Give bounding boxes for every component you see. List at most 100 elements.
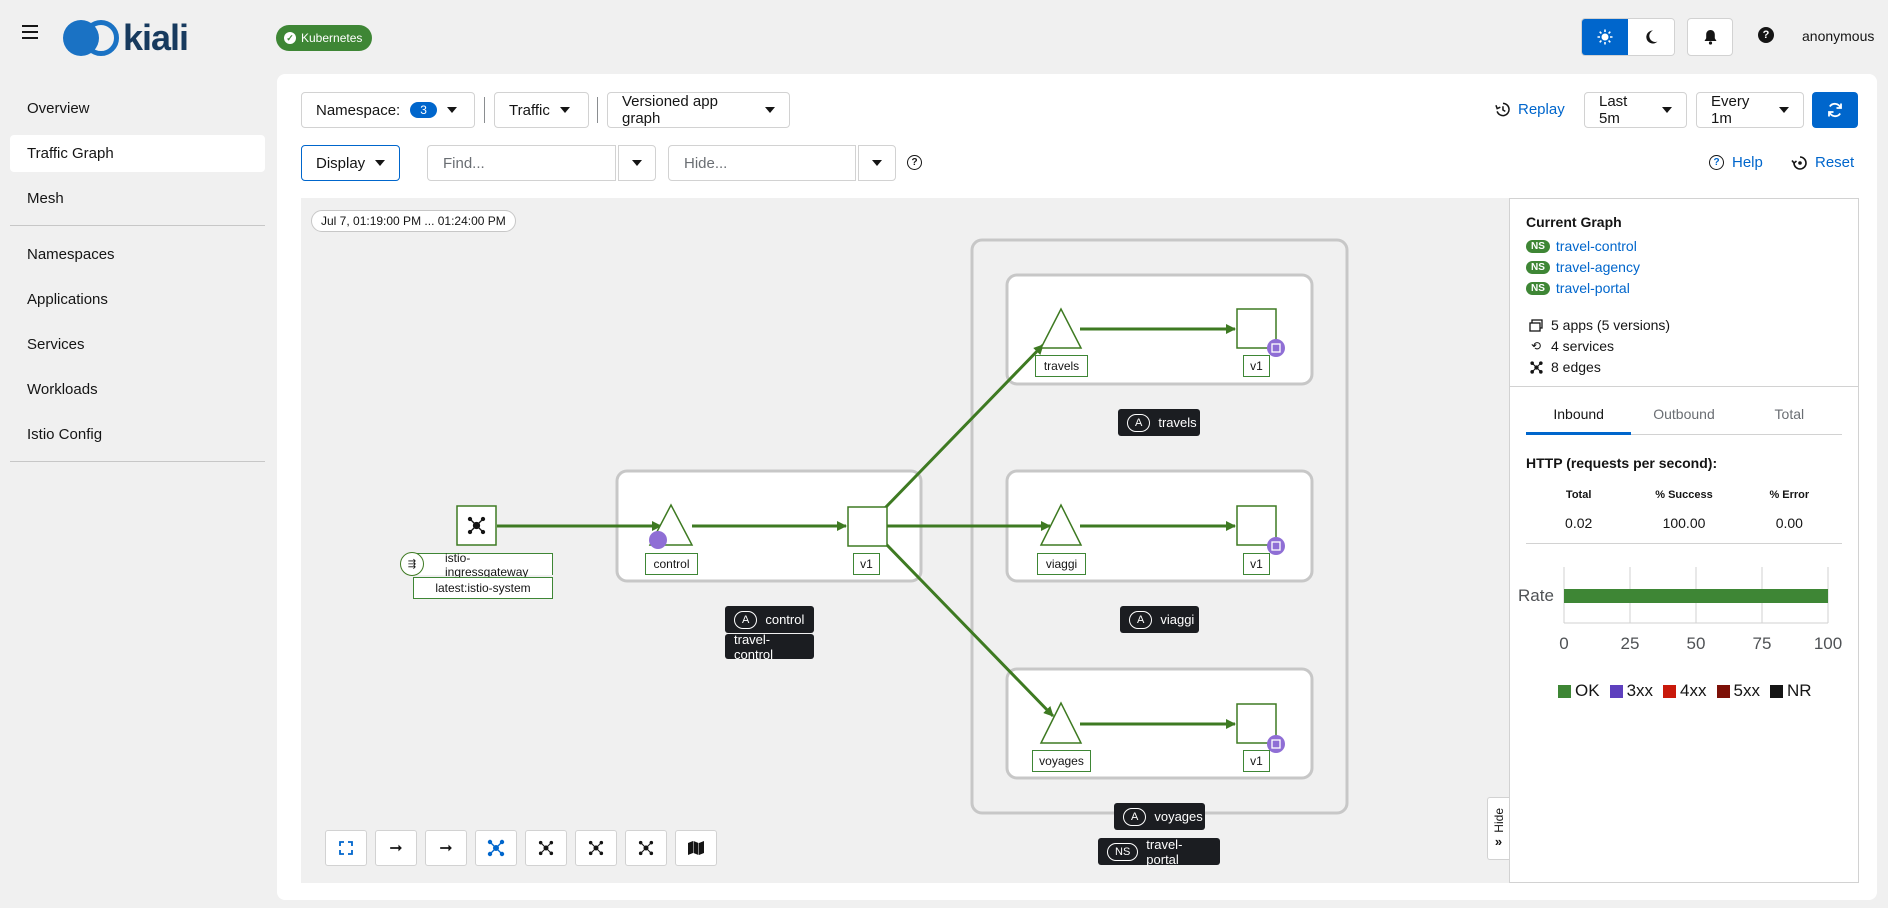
viaggi-v1-label: v1 (1243, 553, 1270, 575)
control-v1-label: v1 (853, 553, 880, 575)
legend-swatch (1769, 684, 1783, 698)
layout-2-button[interactable] (525, 830, 567, 866)
app-abbr-badge: A (1129, 610, 1153, 629)
layout-dagre-button[interactable]: ➞ (375, 830, 417, 866)
namespace-link-travel-portal[interactable]: NS travel-portal (1526, 280, 1630, 296)
layout-4-button[interactable] (625, 830, 667, 866)
long-arrow-right-icon: ➞ (389, 840, 403, 857)
applications-icon (1529, 318, 1543, 332)
legend-label: NR (1786, 681, 1812, 700)
chart-bar-ok (1564, 589, 1828, 603)
legend-swatch (1716, 684, 1730, 698)
namespace-link-travel-agency[interactable]: NS travel-agency (1526, 259, 1640, 275)
control-app-tag[interactable]: A control (725, 606, 814, 633)
voyages-app-tag[interactable]: A voyages (1114, 803, 1205, 830)
fit-to-screen-button[interactable] (325, 830, 367, 866)
gateway-type-icon: ⇶ (400, 552, 424, 576)
chart-tick-label: 0 (1559, 634, 1568, 653)
gateway-node[interactable] (456, 505, 497, 546)
ns-badge: NS (1526, 239, 1550, 253)
apps-stat: 5 apps (5 versions) (1529, 317, 1670, 333)
virtual-service-icon (649, 531, 667, 549)
tab-outbound[interactable]: Outbound (1631, 393, 1736, 434)
table-cell: 0.02 (1565, 515, 1593, 531)
rate-legend: OK 3xx 4xx 5xx NR (1558, 681, 1812, 701)
panel-divider (1510, 386, 1858, 387)
legend-item: NR (1769, 681, 1812, 701)
table-cell: 0.00 (1775, 515, 1803, 531)
expand-icon (339, 841, 353, 855)
chart-tick-label: 100 (1814, 634, 1842, 653)
namespace-link-label: travel-control (1555, 238, 1637, 254)
legend-item: OK (1558, 681, 1600, 701)
legend-swatch (1663, 684, 1677, 698)
services-stat: ⟲ 4 services (1529, 338, 1614, 354)
topology-icon (638, 840, 654, 856)
namespace-link-label: travel-portal (1555, 280, 1630, 296)
legend-button[interactable] (675, 830, 717, 866)
edges-stat-label: 8 edges (1551, 359, 1601, 375)
app-abbr-badge: A (734, 610, 758, 629)
graph-toolbar: ➞ ➞ (325, 830, 717, 866)
summary-panel: Current Graph NS travel-control NS trave… (1509, 198, 1859, 883)
voyages-v1-label: v1 (1243, 750, 1270, 772)
gateway-label: istio-ingressgateway (413, 551, 553, 579)
voyages-app-label: voyages (1032, 750, 1091, 772)
viaggi-v1-node[interactable] (1236, 505, 1277, 546)
voyages-v1-node[interactable] (1236, 703, 1277, 744)
control-v1-node[interactable] (847, 506, 888, 547)
services-stat-label: 4 services (1551, 338, 1615, 354)
apps-stat-label: 5 apps (5 versions) (1551, 317, 1671, 333)
legend-item: 5xx (1716, 681, 1760, 701)
panel-title: Current Graph (1526, 214, 1622, 230)
legend-label: OK (1575, 681, 1600, 700)
http-rate-table: Total % Success % Error 0.02 100.00 0.00 (1526, 483, 1842, 544)
travels-app-label: travels (1035, 355, 1088, 377)
table-cell: 100.00 (1662, 515, 1706, 531)
control-tag-label: control (765, 612, 805, 627)
layout-grid-button[interactable]: ➞ (425, 830, 467, 866)
edges-stat: 8 edges (1529, 359, 1601, 375)
chart-tick-label: 25 (1621, 634, 1640, 653)
chart-y-label: Rate (1518, 586, 1554, 605)
double-chevron-right-icon: » (1494, 834, 1503, 850)
topology-icon (538, 840, 554, 856)
layout-3-button[interactable] (575, 830, 617, 866)
http-section-title: HTTP (requests per second): (1526, 455, 1718, 471)
rate-bar-chart: 0 25 50 75 100 Rate (1518, 567, 1842, 653)
legend-swatch (1558, 684, 1571, 698)
topology-icon (588, 840, 604, 856)
legend-item: 3xx (1609, 681, 1654, 701)
graph-time-range: Jul 7, 01:19:00 PM ... 01:24:00 PM (311, 210, 516, 232)
travel-portal-namespace-tag[interactable]: NS travel-portal (1098, 836, 1220, 867)
traffic-tabs: Inbound Outbound Total (1526, 393, 1842, 435)
namespace-link-label: travel-agency (1555, 259, 1640, 275)
viaggi-app-label: viaggi (1037, 553, 1086, 575)
viaggi-app-tag[interactable]: A viaggi (1120, 606, 1199, 633)
layout-1-button[interactable] (475, 830, 517, 866)
chart-tick-label: 50 (1687, 634, 1706, 653)
ns-badge: NS (1526, 260, 1550, 274)
travels-app-tag[interactable]: A travels (1118, 409, 1200, 436)
control-app-label: control (645, 553, 698, 575)
control-namespace-tag[interactable]: travel-control (725, 632, 814, 662)
table-header: Total (1565, 489, 1592, 501)
legend-swatch (1609, 684, 1623, 698)
viaggi-tag-label: viaggi (1160, 612, 1195, 627)
hide-panel-tab[interactable]: Hide » (1487, 797, 1509, 860)
map-icon (688, 841, 704, 855)
hide-tab-label: Hide (1491, 807, 1506, 833)
legend-label: 5xx (1733, 681, 1760, 700)
portal-ns-label: travel-portal (1146, 836, 1183, 867)
tab-total[interactable]: Total (1737, 393, 1842, 434)
table-header: % Success (1655, 489, 1713, 501)
legend-item: 4xx (1663, 681, 1707, 701)
tab-inbound[interactable]: Inbound (1526, 393, 1632, 435)
topology-icon (487, 839, 505, 857)
legend-label: 3xx (1626, 681, 1654, 700)
table-header: % Error (1769, 489, 1810, 501)
chart-tick-label: 75 (1753, 634, 1772, 653)
namespace-link-travel-control[interactable]: NS travel-control (1526, 238, 1637, 254)
services-icon: ⟲ (1530, 339, 1542, 353)
topology-icon (1529, 360, 1543, 374)
